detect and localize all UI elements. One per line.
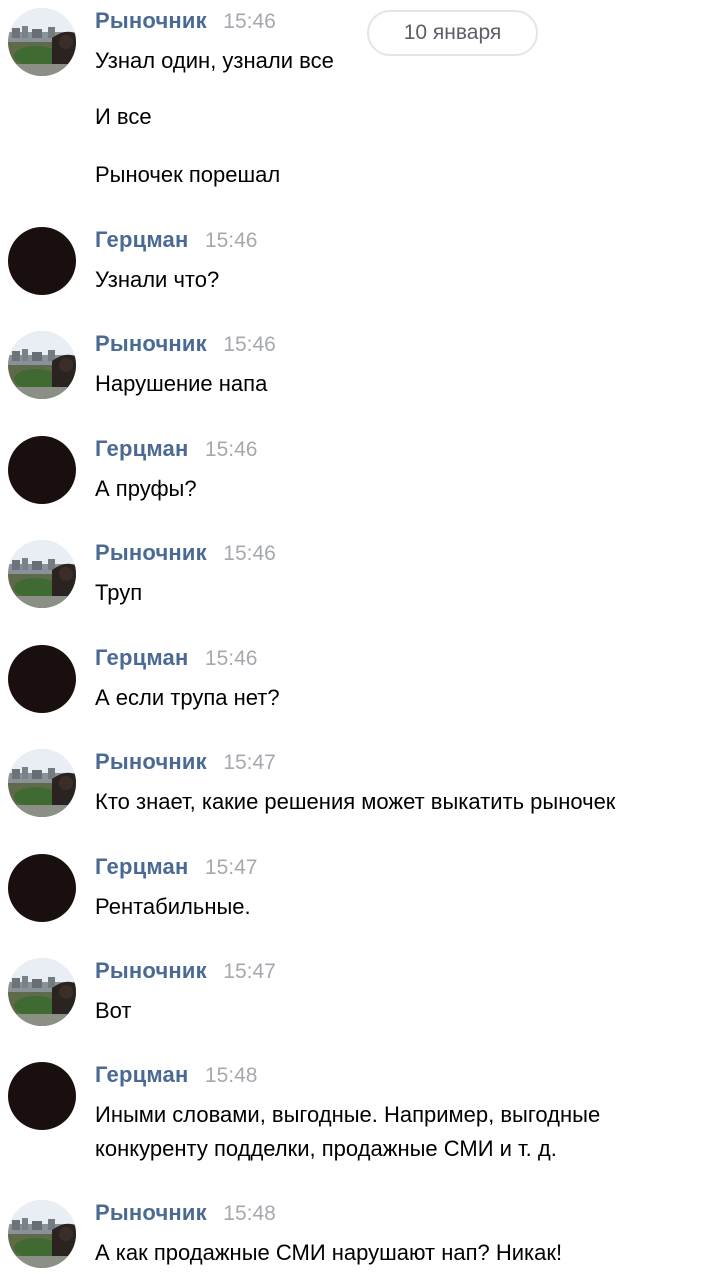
avatar-gertsman[interactable] <box>8 645 76 713</box>
message-header: Герцман 15:46 <box>95 227 257 257</box>
message-header: Рыночник 15:47 <box>95 958 276 988</box>
message-text: Вот <box>95 998 132 1023</box>
message-header: Рыночник 15:46 <box>95 331 276 361</box>
message-time[interactable]: 15:46 <box>205 229 258 253</box>
message-header: Рыночник 15:46 <box>95 8 276 38</box>
avatar-gertsman[interactable] <box>8 854 76 922</box>
message-time[interactable]: 15:47 <box>205 856 258 880</box>
author-name[interactable]: Рыночник <box>95 540 207 566</box>
message-text: И все <box>95 104 152 129</box>
message-text: А как продажные СМИ нарушают нап? Никак! <box>95 1240 563 1265</box>
author-name[interactable]: Рыночник <box>95 749 207 775</box>
message-time[interactable]: 15:48 <box>205 1064 258 1088</box>
author-name[interactable]: Рыночник <box>95 1200 207 1226</box>
message-header: Герцман 15:46 <box>95 645 257 675</box>
message-header: Рыночник 15:48 <box>95 1200 276 1230</box>
message-text: Рентабильные. <box>95 894 251 919</box>
message-header: Рыночник 15:47 <box>95 749 276 779</box>
author-name[interactable]: Герцман <box>95 645 188 671</box>
author-name[interactable]: Рыночник <box>95 958 207 984</box>
city-photo-icon <box>8 749 76 817</box>
avatar-rynochnik[interactable] <box>8 1200 76 1268</box>
author-name[interactable]: Герцман <box>95 436 188 462</box>
avatar-gertsman[interactable] <box>8 436 76 504</box>
author-name[interactable]: Герцман <box>95 227 188 253</box>
city-photo-icon <box>8 331 76 399</box>
avatar-rynochnik[interactable] <box>8 8 76 76</box>
message-header: Герцман 15:47 <box>95 854 257 884</box>
message-text: конкуренту подделки, продажные СМИ и т. … <box>95 1136 557 1161</box>
author-name[interactable]: Рыночник <box>95 8 207 34</box>
message-header: Рыночник 15:46 <box>95 540 276 570</box>
message-text: Узнал один, узнали все <box>95 48 334 73</box>
message-text: Рыночек порешал <box>95 162 281 187</box>
city-photo-icon <box>8 540 76 608</box>
city-photo-icon <box>8 958 76 1026</box>
message-text: Кто знает, какие решения может выкатить … <box>95 789 616 814</box>
message-text: А пруфы? <box>95 476 197 501</box>
message-time[interactable]: 15:46 <box>205 438 258 462</box>
message-time[interactable]: 15:46 <box>223 10 276 34</box>
message-text: Труп <box>95 580 143 605</box>
message-text: Узнали что? <box>95 267 220 292</box>
message-time[interactable]: 15:47 <box>223 960 276 984</box>
message-header: Герцман 15:46 <box>95 436 257 466</box>
message-text: Нарушение напа <box>95 371 268 396</box>
avatar-rynochnik[interactable] <box>8 540 76 608</box>
message-time[interactable]: 15:46 <box>223 333 276 357</box>
date-divider: 10 января <box>367 10 538 56</box>
city-photo-icon <box>8 1200 76 1268</box>
message-text: А если трупа нет? <box>95 685 280 710</box>
message-time[interactable]: 15:46 <box>205 647 258 671</box>
city-photo-icon <box>8 8 76 76</box>
message-time[interactable]: 15:48 <box>223 1202 276 1226</box>
avatar-gertsman[interactable] <box>8 1062 76 1130</box>
message-text: Иными словами, выгодные. Например, выгод… <box>95 1102 601 1127</box>
avatar-gertsman[interactable] <box>8 227 76 295</box>
message-header: Герцман 15:48 <box>95 1062 257 1092</box>
avatar-rynochnik[interactable] <box>8 749 76 817</box>
message-time[interactable]: 15:47 <box>223 751 276 775</box>
author-name[interactable]: Герцман <box>95 1062 188 1088</box>
author-name[interactable]: Герцман <box>95 854 188 880</box>
avatar-rynochnik[interactable] <box>8 331 76 399</box>
avatar-rynochnik[interactable] <box>8 958 76 1026</box>
message-time[interactable]: 15:46 <box>223 542 276 566</box>
author-name[interactable]: Рыночник <box>95 331 207 357</box>
